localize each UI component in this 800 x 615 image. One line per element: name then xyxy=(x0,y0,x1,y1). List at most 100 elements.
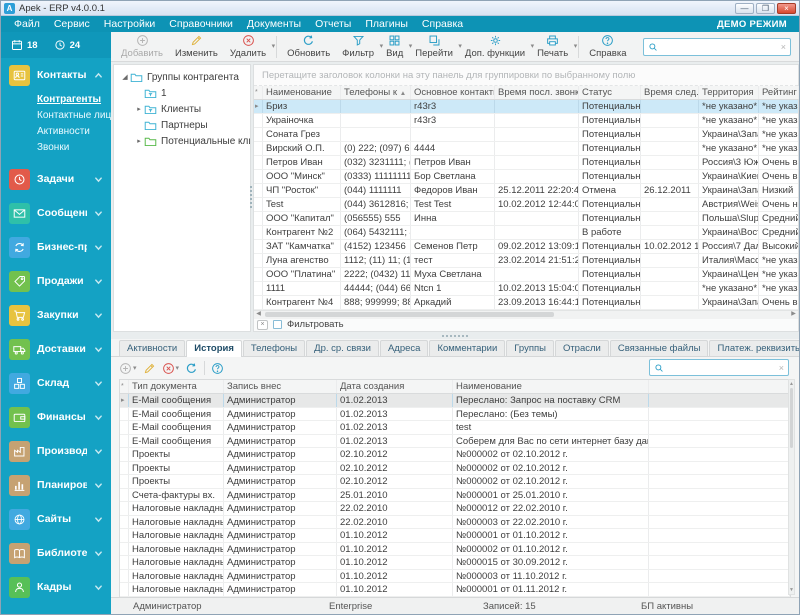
vertical-scrollbar[interactable]: ▲ ▼ xyxy=(788,379,795,595)
counterparty-row-0[interactable]: ▸Бризr43r3Потенциальный*не указано**не у… xyxy=(254,100,798,114)
counterparty-row-1[interactable]: Украіночкаr43r3Потенциальный*не указано*… xyxy=(254,114,798,128)
menu-item-4[interactable]: Документы xyxy=(240,16,308,32)
tree-expander-icon[interactable]: ▸ xyxy=(134,137,144,145)
sidebar-subitem-0-1[interactable]: Контактные лица xyxy=(37,108,111,124)
toolbar-funnel-button[interactable]: Фильтр ▾ xyxy=(336,33,380,61)
history-row-2[interactable]: E-Mail сообщенияАдминистратор01.02.2013t… xyxy=(120,421,790,435)
vertical-splitter[interactable] xyxy=(250,186,252,208)
history-column-3[interactable]: Наименование xyxy=(453,380,649,393)
detail-search[interactable]: × xyxy=(649,359,789,376)
toolbar-pencil-button[interactable] xyxy=(143,362,156,375)
counterparty-column-2[interactable]: Основное контактное ли xyxy=(411,86,495,99)
close-filter-button[interactable]: × xyxy=(257,320,268,330)
calendar-badge[interactable]: 18 xyxy=(11,39,38,51)
history-row-1[interactable]: E-Mail сообщенияАдминистратор01.02.2013П… xyxy=(120,408,790,422)
dropdown-caret-icon[interactable]: ▾ xyxy=(133,364,137,372)
tab-2[interactable]: Телефоны xyxy=(243,340,305,356)
tree-node-1[interactable]: 1 xyxy=(114,85,250,101)
minimize-button[interactable]: — xyxy=(735,3,754,14)
history-row-12[interactable]: Налоговые накладные исх.Администратор01.… xyxy=(120,556,790,570)
history-row-7[interactable]: Счета-фактуры вх.Администратор25.01.2010… xyxy=(120,489,790,503)
counterparty-row-9[interactable]: Контрагент №2(064) 5432111; 4В работеУкр… xyxy=(254,226,798,240)
counterparty-row-4[interactable]: Петров Иван(032) 3231111; (Петров ИванПо… xyxy=(254,156,798,170)
history-row-9[interactable]: Налоговые накладные вх.Администратор22.0… xyxy=(120,516,790,530)
toolbar-gear-button[interactable]: Доп. функции ▾ xyxy=(459,33,531,61)
dropdown-caret-icon[interactable]: ▾ xyxy=(574,42,578,50)
counterparty-row-2[interactable]: Соната ГрезПотенциальныйУкраина\Запад\Ль… xyxy=(254,128,798,142)
toolbar-refresh-button[interactable]: Обновить xyxy=(281,33,336,61)
filter-checkbox[interactable] xyxy=(273,320,282,329)
toolbar-x-circle-button[interactable]: Удалить ▾ xyxy=(224,33,272,61)
tree-node-3[interactable]: Партнеры xyxy=(114,117,250,133)
tab-1[interactable]: История xyxy=(186,340,242,357)
toolbar-help-button[interactable] xyxy=(211,362,224,375)
main-search[interactable]: × xyxy=(643,38,791,56)
close-button[interactable]: × xyxy=(777,3,796,14)
sidebar-item-boxes[interactable]: Склад xyxy=(1,366,111,400)
clear-search-icon[interactable]: × xyxy=(781,42,786,52)
menu-item-5[interactable]: Отчеты xyxy=(308,16,358,32)
menu-item-3[interactable]: Справочники xyxy=(162,16,240,32)
sidebar-item-clock[interactable]: Задачи xyxy=(1,162,111,196)
toolbar-grid-button[interactable]: Вид ▾ xyxy=(380,33,409,61)
horizontal-splitter[interactable] xyxy=(111,332,799,339)
sidebar-item-person[interactable]: Кадры xyxy=(1,570,111,604)
detail-search-input[interactable] xyxy=(667,361,776,374)
sidebar-item-tag[interactable]: Продажи xyxy=(1,264,111,298)
tab-6[interactable]: Группы xyxy=(506,340,554,356)
history-row-5[interactable]: ПроектыАдминистратор02.10.2012№000002 от… xyxy=(120,462,790,476)
sidebar-subitem-0-3[interactable]: Звонки xyxy=(37,140,111,156)
history-row-4[interactable]: ПроектыАдминистратор02.10.2012№000002 от… xyxy=(120,448,790,462)
tab-7[interactable]: Отрасли xyxy=(555,340,609,356)
counterparty-row-12[interactable]: ООО "Платина"2222; (0432) 111Муха Светла… xyxy=(254,268,798,282)
counterparty-row-6[interactable]: ЧП "Росток"(044) 1111111Федоров Иван25.1… xyxy=(254,184,798,198)
clock-badge[interactable]: 24 xyxy=(54,39,81,51)
tab-4[interactable]: Адреса xyxy=(380,340,428,356)
history-column-1[interactable]: Запись внес xyxy=(224,380,337,393)
counterparty-row-8[interactable]: ООО "Капитал"(056555) 555ИннаПотенциальн… xyxy=(254,212,798,226)
sidebar-item-process[interactable]: Бизнес-проц... xyxy=(1,230,111,264)
toolbar-printer-button[interactable]: Печать ▾ xyxy=(531,33,574,61)
tree-expander-icon[interactable]: ▸ xyxy=(134,105,144,113)
menu-item-2[interactable]: Настройки xyxy=(97,16,163,32)
tab-3[interactable]: Др. ср. связи xyxy=(306,340,379,356)
maximize-button[interactable]: ❐ xyxy=(756,3,775,14)
counterparty-row-5[interactable]: ООО "Минск"(0333) 11111111Бор СветланаПо… xyxy=(254,170,798,184)
sidebar-item-chart[interactable]: Планирование xyxy=(1,468,111,502)
toolbar-plus-button[interactable]: ▾ xyxy=(119,362,137,375)
counterparty-column-0[interactable]: Наименование xyxy=(263,86,341,99)
sidebar-item-factory[interactable]: Производство xyxy=(1,434,111,468)
history-column-2[interactable]: Дата создания xyxy=(337,380,453,393)
search-input[interactable] xyxy=(661,41,778,54)
toolbar-x-circle-button[interactable]: ▾ xyxy=(162,362,180,375)
counterparty-column-4[interactable]: Статус xyxy=(579,86,641,99)
counterparty-row-11[interactable]: Луна агенство1112; (11) 11; (1тест23.02.… xyxy=(254,254,798,268)
horizontal-scrollbar[interactable]: ◀ ▶ xyxy=(254,310,798,319)
sidebar-item-globe[interactable]: Сайты xyxy=(1,502,111,536)
tree-node-4[interactable]: ▸ Потенциальные клиенты xyxy=(114,133,250,149)
history-column-0[interactable]: Тип документа xyxy=(129,380,224,393)
counterparty-row-3[interactable]: Вирский О.П.(0) 222; (097) 62:4444Потенц… xyxy=(254,142,798,156)
counterparty-row-14[interactable]: Контрагент №4888; 999999; 88Аркадий23.09… xyxy=(254,296,798,310)
history-row-3[interactable]: E-Mail сообщенияАдминистратор01.02.2013С… xyxy=(120,435,790,449)
history-row-0[interactable]: ▸E-Mail сообщенияАдминистратор01.02.2013… xyxy=(120,394,790,408)
scroll-thumb[interactable] xyxy=(790,388,793,448)
dropdown-caret-icon[interactable]: ▾ xyxy=(272,42,276,50)
history-row-13[interactable]: Налоговые накладные исх.Администратор01.… xyxy=(120,570,790,584)
counterparty-column-6[interactable]: Территория xyxy=(699,86,759,99)
counterparty-column-5[interactable]: Время след. звон xyxy=(641,86,699,99)
sidebar-item-wallet[interactable]: Финансы xyxy=(1,400,111,434)
menu-item-6[interactable]: Плагины xyxy=(358,16,415,32)
toolbar-plus-button[interactable]: Добавить xyxy=(115,33,169,61)
splitter-handle[interactable] xyxy=(442,335,468,337)
history-row-11[interactable]: Налоговые накладные исх.Администратор01.… xyxy=(120,543,790,557)
sidebar-item-truck[interactable]: Доставки xyxy=(1,332,111,366)
counterparty-row-10[interactable]: ЗАТ "Камчатка"(4152) 123456Семенов Петр0… xyxy=(254,240,798,254)
tree-node-2[interactable]: ▸ Клиенты xyxy=(114,101,250,117)
counterparty-column-1[interactable]: Телефоны к ▲ xyxy=(341,86,411,99)
scroll-up-icon[interactable]: ▲ xyxy=(789,381,794,387)
history-row-10[interactable]: Налоговые накладные исх.Администратор01.… xyxy=(120,529,790,543)
toolbar-help-button[interactable]: Справка xyxy=(583,33,632,61)
tab-8[interactable]: Связанные файлы xyxy=(610,340,709,356)
scroll-down-icon[interactable]: ▼ xyxy=(789,587,794,593)
